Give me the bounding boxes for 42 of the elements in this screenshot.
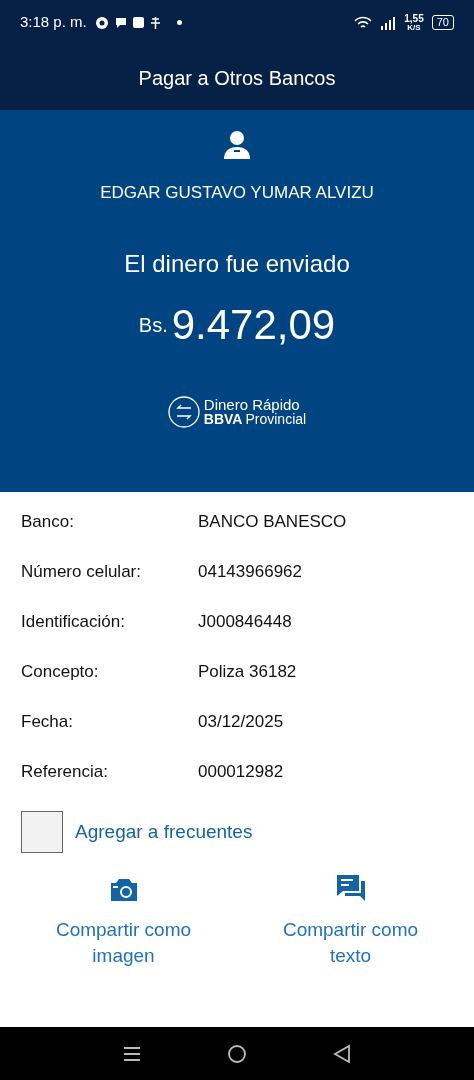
favorite-label: Agregar a frecuentes <box>75 819 253 844</box>
cross-app-icon <box>149 16 161 29</box>
detail-value: BANCO BANESCO <box>198 511 347 533</box>
brand-bank: BBVA <box>203 411 243 427</box>
wifi-icon <box>354 15 373 30</box>
message-icon <box>114 16 127 29</box>
menu-icon[interactable] <box>123 1045 141 1062</box>
detail-value: 03/12/2025 <box>198 711 284 733</box>
amount: 9.472,09 <box>171 303 336 346</box>
network-speed: 1,55 <box>404 13 424 24</box>
signal-icon <box>380 15 397 30</box>
detail-value: Poliza 36182 <box>198 661 297 683</box>
speed-unit: K/S <box>407 23 421 32</box>
screen-title: Pagar a Otros Bancos <box>138 65 336 91</box>
detail-label: Número celular: <box>21 561 142 583</box>
detail-label: Concepto: <box>21 661 100 683</box>
circle-app-icon <box>94 15 109 30</box>
status-message: El dinero fue enviado <box>124 248 350 279</box>
share-button[interactable]: Compartir como texto <box>237 867 464 969</box>
transfer-arrows-icon <box>167 395 200 428</box>
recipient-name: EDGAR GUSTAVO YUMAR ALVIZU <box>100 182 374 204</box>
detail-label: Referencia: <box>21 761 109 783</box>
camera-icon <box>108 877 139 903</box>
battery-indicator: 70 <box>431 15 454 30</box>
detail-value: 04143966962 <box>198 561 302 583</box>
detail-value: 000012982 <box>198 761 284 783</box>
home-icon[interactable] <box>227 1043 247 1064</box>
status-time: 3:18 p. m. <box>20 12 87 33</box>
dot-icon <box>176 20 182 25</box>
back-icon[interactable] <box>333 1043 351 1064</box>
brand-name: Dinero Rápido <box>203 396 300 412</box>
person-icon <box>223 130 251 160</box>
detail-label: Identificación: <box>21 611 126 633</box>
detail-label: Banco: <box>21 511 75 533</box>
detail-label: Fecha: <box>21 711 74 733</box>
favorite-checkbox[interactable] <box>21 811 63 853</box>
currency-symbol: Bs. <box>138 312 168 338</box>
share-button[interactable]: Compartir como imagen <box>10 867 237 969</box>
square-app-icon <box>132 17 144 28</box>
brand-suffix: Provincial <box>245 411 307 427</box>
detail-value: J000846448 <box>198 611 292 633</box>
chat-bubbles-icon <box>334 873 367 903</box>
